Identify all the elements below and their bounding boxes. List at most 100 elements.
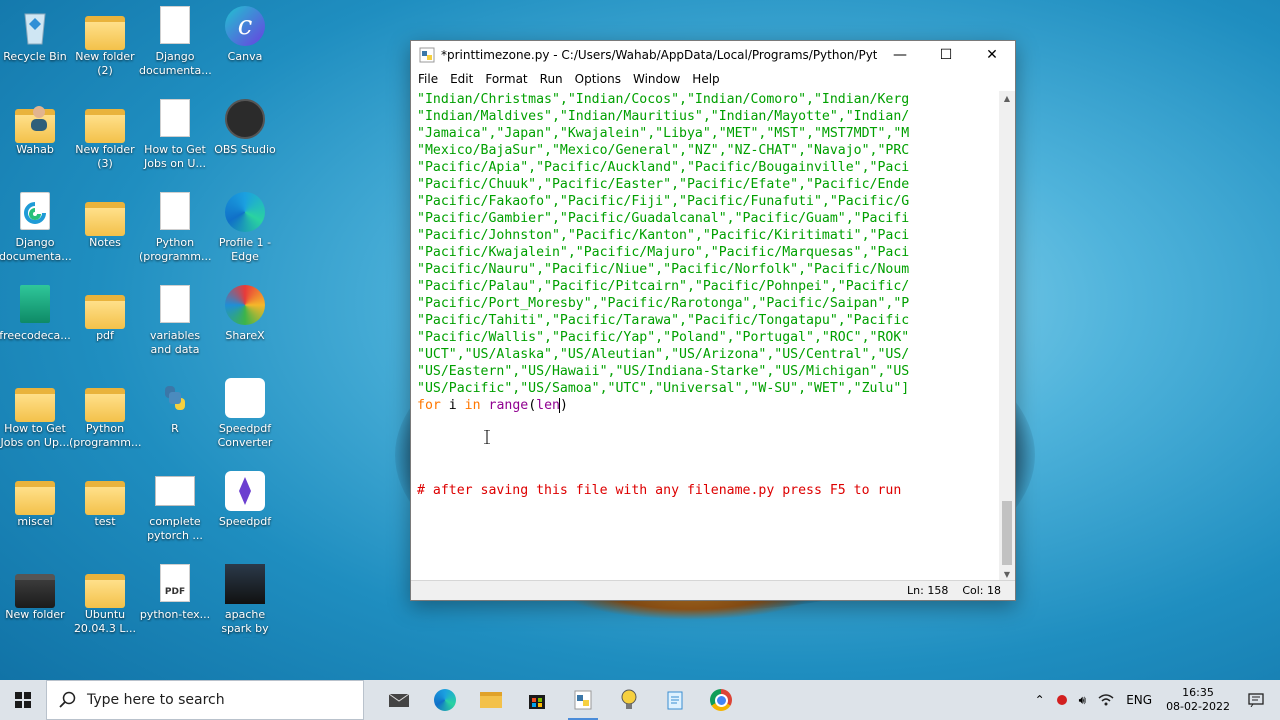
notifications-icon[interactable] — [1238, 680, 1280, 720]
code-line: "Pacific/Nauru","Pacific/Niue","Pacific/… — [417, 262, 910, 277]
folder-icon — [85, 564, 125, 608]
status-column: Col: 18 — [962, 584, 1001, 597]
desktop-icon-variables[interactable]: variables and data types — [140, 279, 210, 369]
desktop-icon-recycle-bin[interactable]: Recycle Bin — [0, 0, 70, 90]
search-icon — [59, 691, 76, 708]
icon-label: Django documenta... — [139, 50, 211, 77]
desktop-icon-python-folder[interactable]: Python (programm... — [69, 372, 141, 462]
desktop-icon-how-to-get-jobs-folder[interactable]: How to Get Jobs on Up... — [0, 372, 70, 462]
store-icon — [529, 695, 545, 709]
taskbar-chrome[interactable] — [698, 680, 744, 720]
menu-options[interactable]: Options — [572, 72, 630, 86]
python-file-icon — [419, 47, 435, 63]
maximize-button[interactable]: ☐ — [923, 41, 969, 69]
menu-run[interactable]: Run — [537, 72, 572, 86]
desktop-icon-pdf[interactable]: pdf — [70, 279, 140, 369]
ibeam-cursor-icon — [484, 430, 490, 444]
code-line-for: for i in range(len) — [415, 397, 999, 414]
desktop-icon-how-to-get-jobs[interactable]: How to Get Jobs on U... — [140, 93, 210, 183]
desktop-icon-notes[interactable]: Notes — [70, 186, 140, 276]
desktop-icon-test[interactable]: test — [70, 465, 140, 555]
taskbar-python-idle[interactable] — [560, 680, 606, 720]
menu-help[interactable]: Help — [689, 72, 728, 86]
scroll-up-arrow-icon[interactable]: ▲ — [999, 91, 1015, 105]
title-bar[interactable]: *printtimezone.py - C:/Users/Wahab/AppDa… — [411, 41, 1015, 69]
minimize-button[interactable]: — — [877, 41, 923, 69]
show-hidden-icons-chevron-up-icon[interactable]: ⌃ — [1029, 680, 1051, 720]
taskbar-mail[interactable] — [376, 680, 422, 720]
desktop-icon-python-tex[interactable]: PDF python-tex... — [140, 558, 210, 648]
taskbar-notepad[interactable] — [652, 680, 698, 720]
user-folder-icon — [15, 99, 55, 143]
recycle-bin-icon — [15, 6, 55, 46]
code-line: "Pacific/Johnston","Pacific/Kanton","Pac… — [417, 228, 910, 243]
desktop-icon-new-folder[interactable]: New folder — [0, 558, 70, 648]
start-button[interactable] — [0, 680, 46, 720]
folder-icon — [85, 192, 125, 236]
icon-label: Ubuntu 20.04.3 L... — [73, 608, 137, 635]
desktop-icon-python-doc[interactable]: Python (programm... — [139, 186, 211, 276]
menu-edit[interactable]: Edit — [447, 72, 482, 86]
desktop-icon-django-doc[interactable]: Django documenta... — [139, 0, 211, 90]
icon-label: Python (programm... — [139, 236, 211, 263]
desktop-icon-complete-pytorch[interactable]: complete pytorch ... — [140, 465, 210, 555]
code-editor[interactable]: "Indian/Christmas","Indian/Cocos","India… — [415, 91, 999, 581]
icon-label: Notes — [89, 236, 121, 249]
desktop-icon-edge-profile[interactable]: Profile 1 - Edge — [210, 186, 280, 276]
volume-icon[interactable]: 🔊︎ — [1073, 680, 1093, 720]
close-button[interactable]: ✕ — [969, 41, 1015, 69]
status-bar: Ln: 158 Col: 18 — [411, 580, 1015, 600]
taskbar-store[interactable] — [514, 680, 560, 720]
clock-time: 16:35 — [1182, 686, 1214, 699]
scroll-down-arrow-icon[interactable]: ▼ — [999, 567, 1015, 581]
desktop-icon-django-2[interactable]: Django documenta... — [0, 186, 71, 276]
menu-window[interactable]: Window — [630, 72, 689, 86]
obs-icon — [225, 99, 265, 139]
desktop-icon-speedpdf[interactable]: Speedpdf — [210, 465, 280, 555]
desktop-icon-miscel[interactable]: miscel — [0, 465, 70, 555]
desktop-icon-obs[interactable]: OBS Studio — [210, 93, 280, 183]
desktop-icons: Recycle Bin Wahab Django documenta... fr… — [0, 0, 290, 670]
desktop-icon-wahab[interactable]: Wahab — [0, 93, 70, 183]
taskbar-edge[interactable] — [422, 680, 468, 720]
desktop-icon-sharex[interactable]: ShareX — [210, 279, 280, 369]
menu-file[interactable]: File — [415, 72, 447, 86]
input-language[interactable]: ENG — [1120, 680, 1158, 720]
tips-icon — [621, 689, 637, 709]
icon-label: test — [94, 515, 116, 528]
builtin-len: len — [536, 398, 560, 413]
desktop-icon-new-folder-2[interactable]: New folder (2) — [70, 0, 140, 90]
wifi-icon[interactable] — [1092, 680, 1120, 720]
code-line: "Pacific/Chuuk","Pacific/Easter","Pacifi… — [417, 177, 910, 192]
taskbar-file-explorer[interactable] — [468, 680, 514, 720]
desktop-icon-speedpdf-converter[interactable]: Speedpdf Converter — [210, 372, 280, 462]
desktop-icon-canva[interactable]: c Canva — [210, 0, 280, 90]
desktop-icon-ubuntu[interactable]: Ubuntu 20.04.3 L... — [70, 558, 140, 648]
menu-format[interactable]: Format — [482, 72, 536, 86]
desktop-icon-r[interactable]: R — [140, 372, 210, 462]
code-line: "Pacific/Palau","Pacific/Pitcairn","Paci… — [417, 279, 910, 294]
notepad-icon — [667, 691, 683, 710]
vertical-scrollbar[interactable]: ▲ ▼ — [999, 91, 1015, 581]
clock[interactable]: 16:35 08-02-2022 — [1158, 686, 1238, 714]
record-indicator-icon[interactable] — [1051, 680, 1073, 720]
paren-open: ( — [528, 398, 537, 413]
desktop-icon-new-folder-3[interactable]: New folder (3) — [70, 93, 140, 183]
paren-close: ) — [559, 398, 568, 413]
icon-label: Django documenta... — [0, 236, 71, 263]
taskbar-search-box[interactable]: Type here to search — [46, 680, 364, 720]
icon-label: How to Get Jobs on U... — [144, 143, 206, 170]
code-line: "Pacific/Apia","Pacific/Auckland","Pacif… — [417, 160, 910, 175]
code-line: "Pacific/Gambier","Pacific/Guadalcanal",… — [417, 211, 910, 226]
scrollbar-thumb[interactable] — [1002, 501, 1012, 565]
icon-label: Profile 1 - Edge — [218, 236, 272, 263]
desktop-icon-freecodecamp[interactable]: freecodeca... — [0, 279, 71, 369]
taskbar-tips[interactable] — [606, 680, 652, 720]
search-placeholder: Type here to search — [87, 692, 225, 708]
desktop-icon-apache-spark[interactable]: apache spark by simpli le... — [210, 558, 280, 648]
document-icon — [155, 99, 195, 139]
